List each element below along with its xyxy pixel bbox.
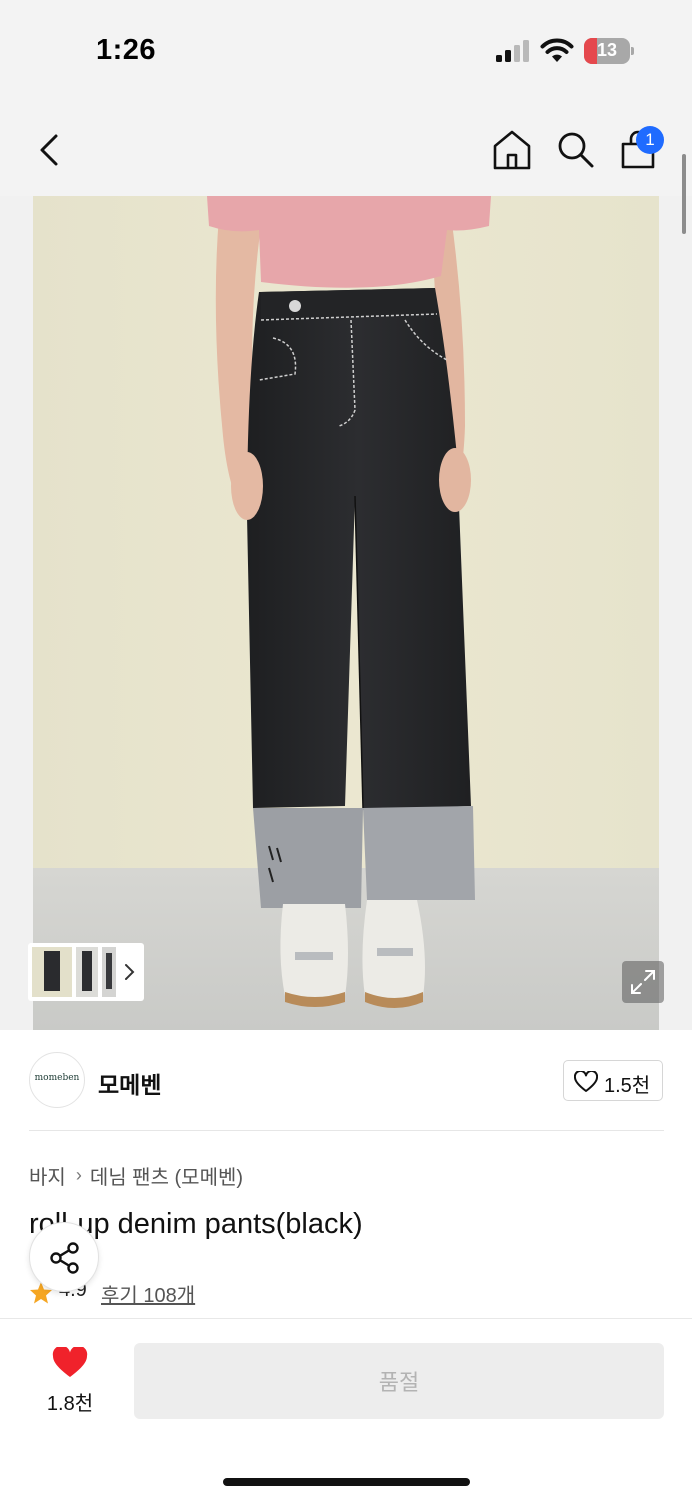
share-button[interactable] [29,1222,99,1292]
battery-level: 13 [596,40,618,60]
scroll-indicator[interactable] [682,154,686,234]
share-icon [50,1242,79,1274]
divider [29,1130,664,1131]
brand-name[interactable]: 모메벤 [98,1066,161,1100]
home-button[interactable] [492,128,532,172]
status-time: 1:26 [96,34,157,66]
review-link[interactable]: 후기 108개 [101,1279,195,1308]
product-main-image[interactable] [33,196,659,1030]
wifi-icon [540,38,574,62]
thumbnail-images[interactable] [32,947,116,997]
brand-row: momeben 모메벤 1.5천 [0,1030,692,1130]
breadcrumb-category[interactable]: 바지 [29,1167,66,1189]
soldout-button[interactable]: 품절 [134,1343,664,1419]
brand-logo-text: momeben [34,1073,80,1083]
top-nav-bar [0,100,692,196]
cellular-signal-icon [496,40,529,62]
battery-icon: 13 [584,38,634,64]
chevron-right-icon: › [75,1165,82,1185]
brand-like-count: 1.5천 [604,1075,651,1097]
expand-icon [631,970,655,994]
brand-like-button[interactable]: 1.5천 [563,1060,663,1101]
cart-badge: 1 [636,126,664,154]
brand-logo[interactable]: momeben [29,1052,85,1108]
heart-filled-icon[interactable] [52,1347,88,1379]
soldout-label: 품절 [378,1370,420,1395]
search-button[interactable] [556,130,596,170]
status-bar: 1:26 13 [0,0,692,100]
chevron-right-icon[interactable] [122,961,138,983]
expand-image-button[interactable] [622,961,664,1003]
back-button[interactable] [32,130,68,170]
wish-count: 1.8천 [46,1393,94,1415]
product-gallery[interactable] [0,196,692,1030]
breadcrumb-subcategory[interactable]: 데님 팬츠 (모메벤) [90,1167,243,1189]
breadcrumb: 바지 › 데님 팬츠 (모메벤) [29,1161,243,1190]
home-indicator[interactable] [223,1478,470,1486]
heart-outline-icon [574,1071,598,1092]
thumbnail-strip[interactable] [28,943,144,1001]
bottom-action-bar: 1.8천 품절 [0,1318,692,1500]
